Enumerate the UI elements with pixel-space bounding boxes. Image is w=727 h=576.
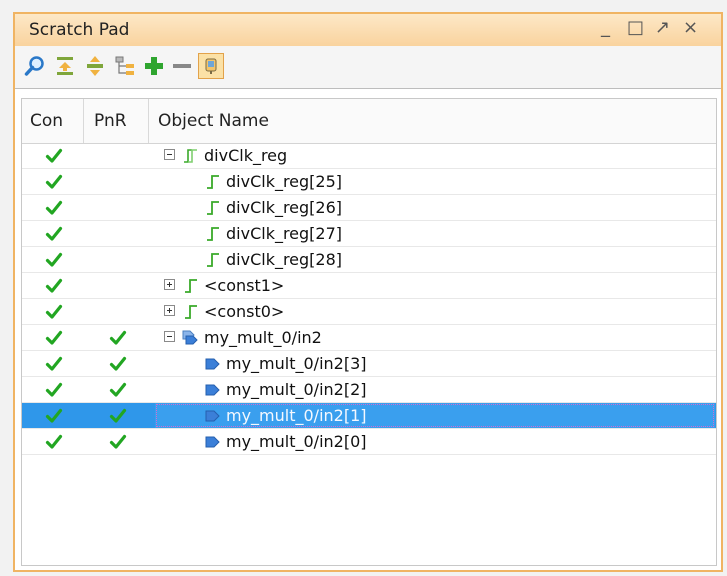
table-row[interactable]: my_mult_0/in2[2]: [22, 377, 716, 403]
object-name: my_mult_0/in2[1]: [226, 406, 367, 425]
table-row[interactable]: divClk_reg[25]: [22, 169, 716, 195]
net-icon: [182, 303, 200, 321]
object-name: divClk_reg[28]: [226, 250, 343, 269]
port-icon: [204, 433, 222, 451]
collapse-icon[interactable]: [164, 149, 175, 160]
con-check-icon: [42, 429, 66, 455]
object-name: <const0>: [204, 302, 285, 321]
table-row[interactable]: divClk_reg[26]: [22, 195, 716, 221]
port-icon: [204, 355, 222, 373]
port-icon: [204, 407, 222, 425]
table-row[interactable]: divClk_reg: [22, 143, 716, 169]
con-check-icon: [42, 351, 66, 377]
collapse-all-icon: [57, 57, 73, 75]
table-row[interactable]: <const1>: [22, 273, 716, 299]
object-name: my_mult_0/in2: [204, 328, 322, 347]
search-button[interactable]: [23, 54, 47, 78]
con-check-icon: [42, 325, 66, 351]
con-check-icon: [42, 247, 66, 273]
remove-icon: [173, 64, 191, 68]
add-button[interactable]: [142, 54, 166, 78]
pnr-check-icon: [106, 351, 130, 377]
object-name: my_mult_0/in2[2]: [226, 380, 367, 399]
pin-button[interactable]: [198, 53, 224, 79]
collapse-all-button[interactable]: [53, 54, 77, 78]
add-icon: [145, 57, 163, 75]
search-icon: [24, 56, 44, 76]
column-divider[interactable]: [148, 99, 149, 143]
col-header-object-name[interactable]: Object Name: [158, 99, 269, 143]
expand-all-icon: [87, 56, 103, 76]
object-name: divClk_reg: [204, 146, 288, 165]
pin-icon: [205, 58, 217, 74]
table-row[interactable]: my_mult_0/in2[3]: [22, 351, 716, 377]
expand-all-button[interactable]: [83, 54, 107, 78]
con-check-icon: [42, 221, 66, 247]
table-row[interactable]: my_mult_0/in2[1]: [22, 403, 716, 429]
toolbar: [15, 46, 721, 89]
close-button[interactable]: ×: [683, 18, 698, 38]
con-check-icon: [42, 377, 66, 403]
con-check-icon: [42, 403, 66, 429]
port-bus-icon: [182, 329, 200, 347]
hierarchy-button[interactable]: [113, 54, 137, 78]
con-check-icon: [42, 143, 66, 169]
con-check-icon: [42, 273, 66, 299]
maximize-button[interactable]: □: [627, 18, 644, 38]
col-header-con[interactable]: Con: [30, 99, 63, 143]
table-row[interactable]: divClk_reg[28]: [22, 247, 716, 273]
table-row[interactable]: my_mult_0/in2[0]: [22, 429, 716, 455]
panel-titlebar[interactable]: Scratch Pad _ □ ↗ ×: [15, 14, 721, 47]
minimize-button[interactable]: _: [601, 18, 610, 38]
object-name: my_mult_0/in2[0]: [226, 432, 367, 451]
float-button[interactable]: ↗: [655, 18, 670, 38]
net-icon: [182, 277, 200, 295]
object-name: <const1>: [204, 276, 285, 295]
con-check-icon: [42, 299, 66, 325]
collapse-icon[interactable]: [164, 331, 175, 342]
net-icon: [204, 225, 222, 243]
port-icon: [204, 381, 222, 399]
con-check-icon: [42, 195, 66, 221]
pnr-check-icon: [106, 429, 130, 455]
table-header: Con PnR Object Name: [22, 99, 716, 144]
object-name: my_mult_0/in2[3]: [226, 354, 367, 373]
column-divider[interactable]: [83, 99, 84, 143]
scratch-pad-table[interactable]: Con PnR Object Name divClk_reg divClk_reg…: [21, 98, 717, 566]
hierarchy-icon: [115, 56, 134, 75]
col-header-pnr[interactable]: PnR: [94, 99, 127, 143]
object-name: divClk_reg[26]: [226, 198, 343, 217]
net-icon: [204, 251, 222, 269]
remove-button[interactable]: [170, 54, 194, 78]
net-icon: [204, 199, 222, 217]
object-name: divClk_reg[27]: [226, 224, 343, 243]
object-name: divClk_reg[25]: [226, 172, 343, 191]
con-check-icon: [42, 169, 66, 195]
expand-icon[interactable]: [164, 305, 175, 316]
scratch-pad-panel: Scratch Pad _ □ ↗ × Con PnR Object Name …: [13, 12, 723, 572]
panel-title: Scratch Pad: [29, 20, 130, 40]
net-icon: [204, 173, 222, 191]
table-row[interactable]: my_mult_0/in2: [22, 325, 716, 351]
pnr-check-icon: [106, 403, 130, 429]
pnr-check-icon: [106, 325, 130, 351]
expand-icon[interactable]: [164, 279, 175, 290]
table-row[interactable]: divClk_reg[27]: [22, 221, 716, 247]
pnr-check-icon: [106, 377, 130, 403]
table-row[interactable]: <const0>: [22, 299, 716, 325]
bus-icon: [182, 147, 200, 165]
